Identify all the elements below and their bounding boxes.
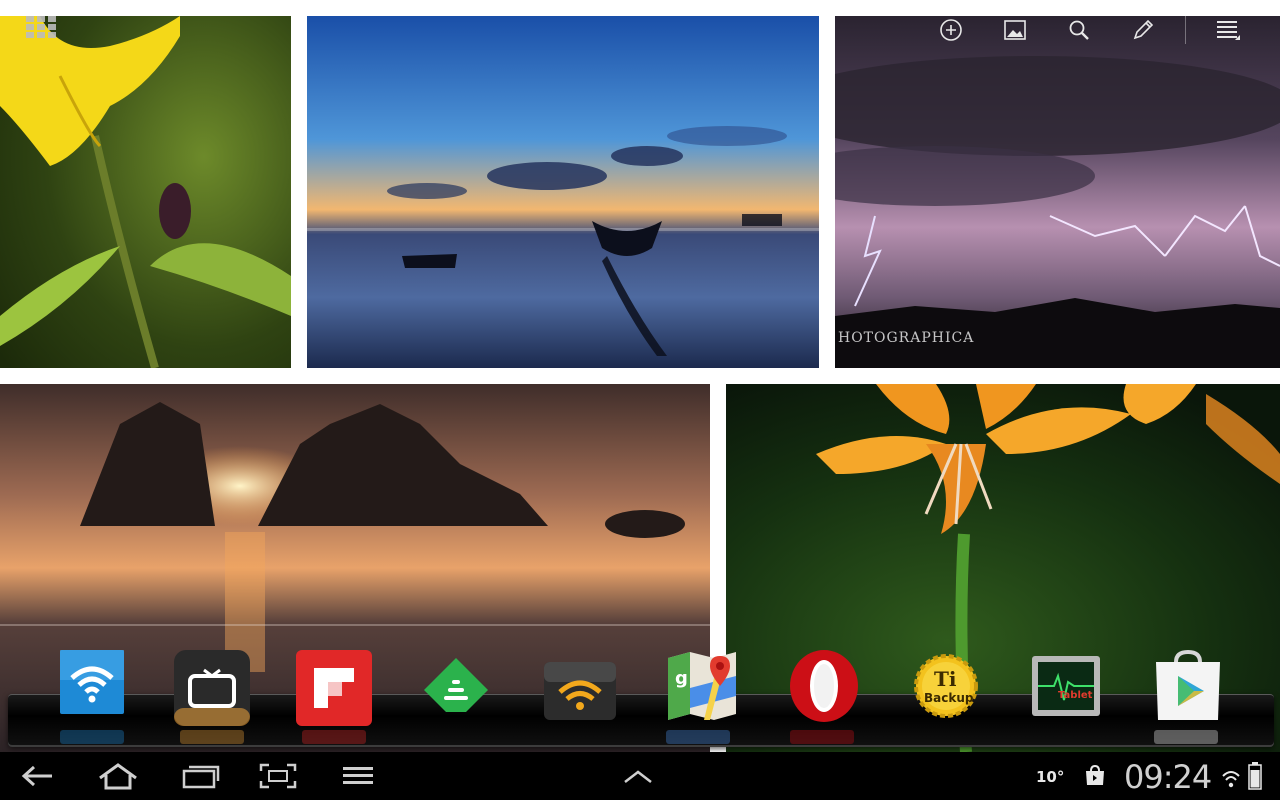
play-store-app[interactable]	[1148, 648, 1228, 728]
photo-watermark: HOTOGRAPHICA	[838, 330, 975, 346]
photo-yellow-flower[interactable]	[0, 16, 291, 368]
flipboard-app[interactable]	[294, 648, 374, 728]
add-circle-icon[interactable]	[919, 14, 983, 46]
dock-reflection	[666, 730, 730, 744]
dock-reflection	[1154, 730, 1218, 744]
back-icon	[21, 765, 52, 787]
dock-reflection	[180, 730, 244, 744]
wifi-hotspot-icon	[544, 662, 616, 720]
wifi-app[interactable]	[52, 648, 132, 728]
dock-reflection	[302, 730, 366, 744]
home-icon	[99, 763, 137, 790]
app-dock: g Ti Backup Tablet	[0, 640, 1280, 752]
opera-icon	[790, 650, 858, 722]
quick-panel-button[interactable]	[610, 760, 666, 792]
screenshot-icon	[259, 763, 297, 789]
opera-app[interactable]	[784, 648, 864, 728]
recent-apps-button[interactable]	[172, 760, 228, 792]
feedly-app[interactable]	[416, 648, 496, 728]
app-drawer-icon[interactable]	[26, 16, 56, 38]
menu-button[interactable]	[330, 760, 386, 792]
titanium-backup-icon: Ti Backup	[914, 654, 978, 718]
svg-text:g: g	[675, 668, 688, 689]
shopping-bag-icon[interactable]	[1084, 764, 1106, 790]
tablet-monitor-app[interactable]: Tablet	[1026, 648, 1106, 728]
flipboard-icon	[296, 650, 372, 726]
wifi-icon	[60, 650, 124, 714]
wifi-signal-icon	[1222, 768, 1240, 794]
chevron-up-icon	[624, 770, 652, 783]
menu-icon	[343, 767, 373, 784]
photo-lightning-storm[interactable]	[835, 16, 1280, 368]
maps-icon: g	[668, 652, 736, 720]
play-store-icon	[1156, 649, 1220, 720]
back-button[interactable]	[10, 760, 66, 792]
photo-sea-sunset[interactable]	[307, 16, 819, 368]
dock-reflection	[60, 730, 124, 744]
screenshot-button[interactable]	[250, 760, 306, 792]
search-icon[interactable]	[1047, 14, 1111, 46]
weather-temperature[interactable]: 10°	[1036, 768, 1064, 786]
battery-icon	[1248, 762, 1262, 794]
action-bar-divider	[1185, 16, 1186, 44]
feedly-icon	[424, 658, 488, 712]
wifi-hotspot-app[interactable]	[540, 648, 620, 728]
tv-app[interactable]	[172, 648, 252, 728]
maps-app[interactable]: g	[662, 648, 742, 728]
tv-icon	[174, 650, 250, 726]
status-clock[interactable]: 09:24	[1124, 758, 1212, 796]
home-button[interactable]	[90, 760, 146, 792]
titanium-backup-label: Backup	[924, 691, 974, 705]
recent-apps-icon	[182, 765, 220, 789]
dock-reflection	[790, 730, 854, 744]
titanium-backup-app[interactable]: Ti Backup	[906, 648, 986, 728]
menu-icon[interactable]	[1196, 14, 1260, 46]
tablet-monitor-icon: Tablet	[1032, 656, 1100, 716]
titanium-backup-letters: Ti	[934, 667, 957, 691]
wallpaper-icon[interactable]	[983, 14, 1047, 46]
home-action-bar	[919, 14, 1260, 46]
pencil-icon[interactable]	[1111, 14, 1175, 46]
tablet-monitor-label: Tablet	[1058, 690, 1093, 701]
